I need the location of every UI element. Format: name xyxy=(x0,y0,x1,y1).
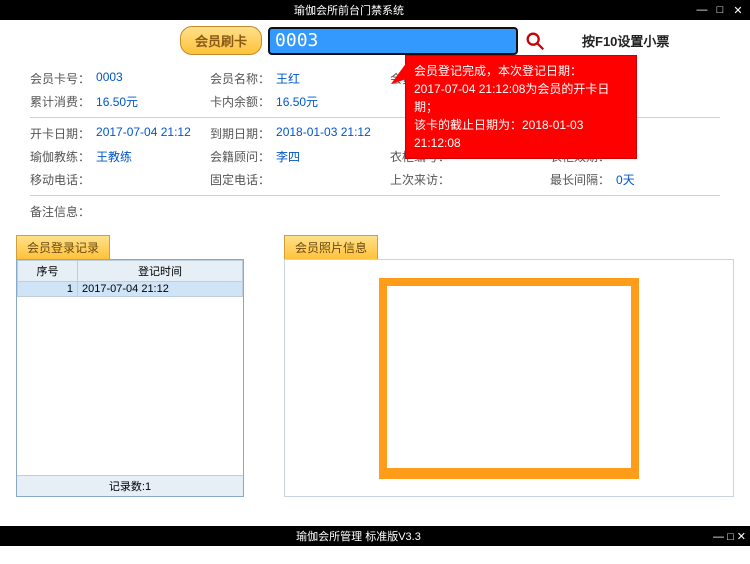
name-label: 会员名称： xyxy=(210,70,270,87)
login-records-panel: 会员登录记录 序号 登记时间 1 2017-07-04 21:12 xyxy=(16,235,244,497)
popup-line: 该卡的截止日期为：2018-01-03 21:12:08 xyxy=(414,116,628,152)
expire-label: 到期日期： xyxy=(210,125,270,142)
bottom-title: 瑜伽会所管理 标准版V3.3 xyxy=(4,528,713,544)
popup-line: 会员登记完成，本次登记日期： xyxy=(414,62,628,80)
records-footer: 记录数:1 xyxy=(17,475,243,496)
col-time[interactable]: 登记时间 xyxy=(78,261,243,282)
open-label: 开卡日期： xyxy=(30,125,90,142)
mobile-label: 移动电话： xyxy=(30,171,90,188)
max-gap-value: 0天 xyxy=(616,171,635,188)
login-records-table: 序号 登记时间 1 2017-07-04 21:12 xyxy=(17,260,243,297)
spend-value: 16.50元 xyxy=(96,93,138,110)
phone-label: 固定电话： xyxy=(210,171,270,188)
card-number-input[interactable] xyxy=(268,27,518,55)
max-gap-label: 最长间隔： xyxy=(550,171,610,188)
cell-seq: 1 xyxy=(18,282,78,297)
spend-label: 累计消费： xyxy=(30,93,90,110)
balance-label: 卡内余额： xyxy=(210,93,270,110)
table-row[interactable]: 1 2017-07-04 21:12 xyxy=(18,282,243,297)
search-icon[interactable] xyxy=(524,30,546,52)
last-visit-label: 上次来访： xyxy=(390,171,450,188)
window-title: 瑜伽会所前台门禁系统 xyxy=(4,2,694,18)
card-no-value: 0003 xyxy=(96,70,123,87)
advisor-value: 李四 xyxy=(276,148,300,165)
photo-frame-icon xyxy=(369,270,649,484)
minimize-icon[interactable]: — xyxy=(694,3,710,17)
bottom-titlebar: 瑜伽会所管理 标准版V3.3 — □ ✕ xyxy=(0,526,750,546)
close-icon[interactable]: ✕ xyxy=(730,3,746,17)
name-value: 王红 xyxy=(276,70,300,87)
maximize-icon[interactable]: □ xyxy=(712,3,728,17)
member-photo-panel: 会员照片信息 xyxy=(284,235,734,497)
remark-label: 备注信息： xyxy=(30,203,90,220)
close-icon[interactable]: ✕ xyxy=(737,531,746,543)
notification-popup: 会员登记完成，本次登记日期： 2017-07-04 21:12:08为会员的开卡… xyxy=(405,55,637,159)
expire-value: 2018-01-03 21:12 xyxy=(276,125,371,142)
divider xyxy=(30,195,720,196)
window-titlebar: 瑜伽会所前台门禁系统 — □ ✕ xyxy=(0,0,750,20)
coach-label: 瑜伽教练： xyxy=(30,148,90,165)
col-seq[interactable]: 序号 xyxy=(18,261,78,282)
coach-value: 王教练 xyxy=(96,148,132,165)
swipe-card-button[interactable]: 会员刷卡 xyxy=(180,26,262,55)
photo-tab[interactable]: 会员照片信息 xyxy=(284,235,378,259)
balance-value: 16.50元 xyxy=(276,93,318,110)
popup-line: 2017-07-04 21:12:08为会员的开卡日期； xyxy=(414,80,628,116)
card-no-label: 会员卡号： xyxy=(30,70,90,87)
f10-hint: 按F10设置小票 xyxy=(582,31,669,50)
advisor-label: 会籍顾问： xyxy=(210,148,270,165)
minimize-icon[interactable]: — xyxy=(713,531,724,543)
cell-time: 2017-07-04 21:12 xyxy=(78,282,243,297)
login-records-tab[interactable]: 会员登录记录 xyxy=(16,235,110,259)
maximize-icon[interactable]: □ xyxy=(727,531,734,543)
open-value: 2017-07-04 21:12 xyxy=(96,125,191,142)
